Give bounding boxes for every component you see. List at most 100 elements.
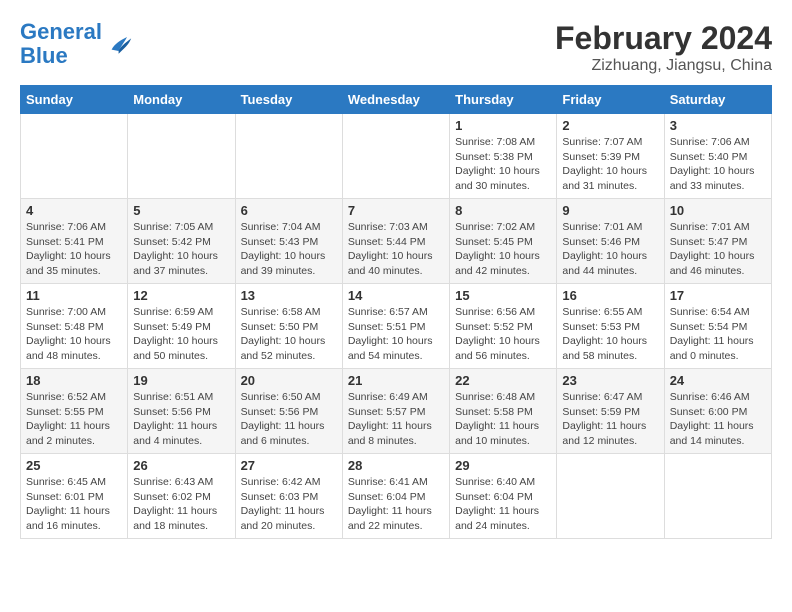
table-row: 5 Sunrise: 7:05 AM Sunset: 5:42 PM Daylig… [128,199,235,284]
calendar-week-row: 1Sunrise: 7:08 AM Sunset: 5:38 PM Daylig… [21,114,772,199]
calendar-header-row: Sunday Monday Tuesday Wednesday Thursday… [21,86,772,114]
day-number: 9 [562,203,658,218]
table-row [128,114,235,199]
table-row: 10 Sunrise: 7:01 AM Sunset: 5:47 PM Dayli… [664,199,771,284]
day-info: Sunrise: 6:58 AM Sunset: 5:50 PM Dayligh… [241,305,337,364]
table-row: 12 Sunrise: 6:59 AM Sunset: 5:49 PM Dayli… [128,284,235,369]
day-number: 8 [455,203,551,218]
col-monday: Monday [128,86,235,114]
col-wednesday: Wednesday [342,86,449,114]
day-number: 5 [133,203,229,218]
table-row: 9 Sunrise: 7:01 AM Sunset: 5:46 PM Daylig… [557,199,664,284]
day-info: Sunrise: 6:56 AM Sunset: 5:52 PM Dayligh… [455,305,551,364]
table-row: 3 Sunrise: 7:06 AM Sunset: 5:40 PM Daylig… [664,114,771,199]
day-number: 4 [26,203,122,218]
day-number: 25 [26,458,122,473]
table-row: 23Sunrise: 6:47 AM Sunset: 5:59 PM Dayli… [557,369,664,454]
table-row: 19 Sunrise: 6:51 AM Sunset: 5:56 PM Dayli… [128,369,235,454]
col-sunday: Sunday [21,86,128,114]
logo-blue: Blue [20,43,68,68]
day-info: Sunrise: 6:42 AM Sunset: 6:03 PM Dayligh… [241,475,337,534]
day-number: 27 [241,458,337,473]
day-info: Sunrise: 7:08 AM Sunset: 5:38 PM Dayligh… [455,135,551,194]
calendar-week-row: 25 Sunrise: 6:45 AM Sunset: 6:01 PM Dayli… [21,454,772,539]
day-info: Sunrise: 7:06 AM Sunset: 5:40 PM Dayligh… [670,135,766,194]
day-info: Sunrise: 7:03 AM Sunset: 5:44 PM Dayligh… [348,220,444,279]
col-saturday: Saturday [664,86,771,114]
day-number: 28 [348,458,444,473]
day-info: Sunrise: 7:01 AM Sunset: 5:46 PM Dayligh… [562,220,658,279]
day-info: Sunrise: 6:59 AM Sunset: 5:49 PM Dayligh… [133,305,229,364]
calendar-week-row: 11 Sunrise: 7:00 AM Sunset: 5:48 PM Dayli… [21,284,772,369]
table-row: 11 Sunrise: 7:00 AM Sunset: 5:48 PM Dayli… [21,284,128,369]
table-row: 22Sunrise: 6:48 AM Sunset: 5:58 PM Dayli… [450,369,557,454]
day-info: Sunrise: 7:05 AM Sunset: 5:42 PM Dayligh… [133,220,229,279]
table-row: 4 Sunrise: 7:06 AM Sunset: 5:41 PM Daylig… [21,199,128,284]
day-info: Sunrise: 6:43 AM Sunset: 6:02 PM Dayligh… [133,475,229,534]
calendar-title: February 2024 [555,20,772,57]
table-row: 20Sunrise: 6:50 AM Sunset: 5:56 PM Dayli… [235,369,342,454]
table-row: 27 Sunrise: 6:42 AM Sunset: 6:03 PM Dayli… [235,454,342,539]
day-info: Sunrise: 7:01 AM Sunset: 5:47 PM Dayligh… [670,220,766,279]
col-thursday: Thursday [450,86,557,114]
table-row: 17 Sunrise: 6:54 AM Sunset: 5:54 PM Dayli… [664,284,771,369]
calendar-subtitle: Zizhuang, Jiangsu, China [555,57,772,75]
day-number: 15 [455,288,551,303]
day-info: Sunrise: 6:45 AM Sunset: 6:01 PM Dayligh… [26,475,122,534]
day-number: 23 [562,373,658,388]
table-row: 15 Sunrise: 6:56 AM Sunset: 5:52 PM Dayli… [450,284,557,369]
day-number: 2 [562,118,658,133]
table-row: 13 Sunrise: 6:58 AM Sunset: 5:50 PM Dayli… [235,284,342,369]
day-info: Sunrise: 7:07 AM Sunset: 5:39 PM Dayligh… [562,135,658,194]
day-info: Sunrise: 6:40 AM Sunset: 6:04 PM Dayligh… [455,475,551,534]
day-info: Sunrise: 6:57 AM Sunset: 5:51 PM Dayligh… [348,305,444,364]
table-row [21,114,128,199]
logo: General Blue [20,20,134,68]
day-info: Sunrise: 6:54 AM Sunset: 5:54 PM Dayligh… [670,305,766,364]
day-info: Sunrise: 7:02 AM Sunset: 5:45 PM Dayligh… [455,220,551,279]
day-info: Sunrise: 6:49 AM Sunset: 5:57 PM Dayligh… [348,390,444,449]
day-number: 6 [241,203,337,218]
day-info: Sunrise: 6:52 AM Sunset: 5:55 PM Dayligh… [26,390,122,449]
day-number: 10 [670,203,766,218]
day-number: 17 [670,288,766,303]
day-info: Sunrise: 7:06 AM Sunset: 5:41 PM Dayligh… [26,220,122,279]
day-number: 12 [133,288,229,303]
day-info: Sunrise: 6:41 AM Sunset: 6:04 PM Dayligh… [348,475,444,534]
day-number: 19 [133,373,229,388]
table-row: 14Sunrise: 6:57 AM Sunset: 5:51 PM Dayli… [342,284,449,369]
day-info: Sunrise: 6:55 AM Sunset: 5:53 PM Dayligh… [562,305,658,364]
table-row: 25 Sunrise: 6:45 AM Sunset: 6:01 PM Dayli… [21,454,128,539]
day-number: 3 [670,118,766,133]
calendar-week-row: 18Sunrise: 6:52 AM Sunset: 5:55 PM Dayli… [21,369,772,454]
logo-bird-icon [106,30,134,58]
day-number: 26 [133,458,229,473]
table-row: 26 Sunrise: 6:43 AM Sunset: 6:02 PM Dayli… [128,454,235,539]
table-row [342,114,449,199]
day-number: 16 [562,288,658,303]
day-info: Sunrise: 6:48 AM Sunset: 5:58 PM Dayligh… [455,390,551,449]
logo-general: General [20,19,102,44]
table-row: 1Sunrise: 7:08 AM Sunset: 5:38 PM Daylig… [450,114,557,199]
day-number: 24 [670,373,766,388]
table-row: 28 Sunrise: 6:41 AM Sunset: 6:04 PM Dayli… [342,454,449,539]
col-tuesday: Tuesday [235,86,342,114]
day-info: Sunrise: 7:00 AM Sunset: 5:48 PM Dayligh… [26,305,122,364]
col-friday: Friday [557,86,664,114]
day-info: Sunrise: 6:46 AM Sunset: 6:00 PM Dayligh… [670,390,766,449]
day-number: 7 [348,203,444,218]
day-number: 13 [241,288,337,303]
table-row [235,114,342,199]
day-info: Sunrise: 6:51 AM Sunset: 5:56 PM Dayligh… [133,390,229,449]
table-row: 2 Sunrise: 7:07 AM Sunset: 5:39 PM Daylig… [557,114,664,199]
logo-text: General Blue [20,20,102,68]
day-number: 29 [455,458,551,473]
day-number: 11 [26,288,122,303]
table-row [557,454,664,539]
table-row: 16 Sunrise: 6:55 AM Sunset: 5:53 PM Dayli… [557,284,664,369]
page-header: General Blue February 2024 Zizhuang, Jia… [20,20,772,75]
calendar-week-row: 4 Sunrise: 7:06 AM Sunset: 5:41 PM Daylig… [21,199,772,284]
day-number: 20 [241,373,337,388]
table-row: 8 Sunrise: 7:02 AM Sunset: 5:45 PM Daylig… [450,199,557,284]
table-row: 7 Sunrise: 7:03 AM Sunset: 5:44 PM Daylig… [342,199,449,284]
